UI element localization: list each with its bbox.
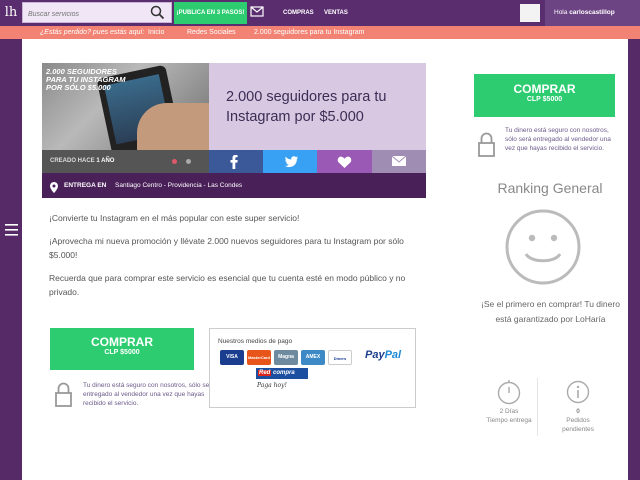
search-input[interactable] bbox=[23, 5, 141, 24]
breadcrumb-lost: ¿Estás perdido? pues estás aquí: bbox=[40, 29, 145, 36]
facebook-icon bbox=[230, 155, 238, 169]
payment-title: Nuestros medios de pago bbox=[218, 338, 293, 345]
ranking-title: Ranking General bbox=[497, 180, 603, 196]
envelope-icon bbox=[391, 155, 407, 166]
user-menu[interactable]: Hola carloscastillop bbox=[545, 0, 640, 26]
facebook-share-button[interactable] bbox=[209, 150, 263, 173]
paga-hoy-logo: Paga hoy! bbox=[257, 382, 287, 389]
created-value: 1 AÑO bbox=[96, 158, 115, 164]
stat-pending-label: Pedidos pendientes bbox=[562, 417, 594, 433]
paypal-logo: PayPal bbox=[365, 349, 401, 361]
left-sidebar bbox=[0, 39, 22, 480]
buy-button-top[interactable]: COMPRAR CLP $5000 bbox=[474, 74, 615, 117]
nav-compras[interactable]: COMPRAS bbox=[283, 0, 314, 26]
description-p1: ¡Convierte tu Instagram en el más popula… bbox=[49, 213, 300, 223]
twitter-icon bbox=[285, 156, 298, 168]
breadcrumb-redes[interactable]: Redes Sociales bbox=[187, 26, 236, 39]
paypal-logo-b: Pal bbox=[384, 349, 402, 361]
favorite-button[interactable] bbox=[317, 150, 372, 173]
hero-promo-text: 2.000 SEGUIDORES PARA TU INSTAGRAM POR S… bbox=[46, 67, 126, 92]
right-edge-bar bbox=[628, 39, 640, 480]
buy-label: COMPRAR bbox=[91, 335, 153, 349]
delivery-value: Santiago Centro - Providencia - Las Cond… bbox=[115, 182, 243, 189]
hero-title-box: 2.000 seguidores para tu Instagram por $… bbox=[209, 63, 426, 150]
created-label: CREADO HACE bbox=[50, 158, 95, 164]
paypal-logo-a: Pay bbox=[365, 349, 385, 361]
stat-delivery-label: Tiempo entrega bbox=[486, 417, 532, 424]
delivery-bar: ENTREGA EN Santiago Centro - Providencia… bbox=[42, 173, 426, 198]
hero-strip: CREADO HACE 1 AÑO bbox=[42, 150, 426, 173]
mastercard-icon: MasterCard bbox=[247, 350, 271, 365]
email-share-button[interactable] bbox=[372, 150, 426, 173]
stat-pending-orders: 0 Pedidos pendientes bbox=[553, 407, 603, 434]
service-hero: 2.000 SEGUIDORES PARA TU INSTAGRAM POR S… bbox=[42, 63, 426, 198]
hero-image: 2.000 SEGUIDORES PARA TU INSTAGRAM POR S… bbox=[42, 63, 209, 150]
amex-card-icon: AMEX bbox=[301, 350, 325, 365]
buy-label-top: COMPRAR bbox=[513, 82, 576, 96]
buy-price: CLP $5000 bbox=[104, 349, 140, 356]
redcompra-logo-b: compra bbox=[273, 370, 295, 376]
greeting: Hola bbox=[554, 9, 568, 16]
breadcrumb-inicio[interactable]: Inicio bbox=[148, 26, 164, 39]
heart-icon bbox=[337, 156, 352, 168]
secure-text-top: Tu dinero está seguro con nosotros, sólo… bbox=[505, 127, 611, 152]
stat-delivery-value: 2 Días bbox=[499, 408, 519, 415]
description-p3: Recuerda que para comprar este servicio … bbox=[49, 273, 406, 297]
location-pin-icon bbox=[50, 179, 58, 204]
buy-price-top: CLP $5000 bbox=[526, 96, 563, 103]
delivery-label: ENTREGA EN bbox=[64, 182, 107, 189]
stat-pending-value: 0 bbox=[576, 408, 580, 415]
magna-card-icon: Magna bbox=[274, 350, 298, 365]
page-title: 2.000 seguidores para tu Instagram por $… bbox=[226, 89, 387, 125]
slider-dot-active[interactable] bbox=[172, 159, 177, 164]
menu-icon[interactable] bbox=[5, 223, 18, 241]
smiley-face-icon bbox=[504, 208, 582, 291]
search-icon[interactable] bbox=[150, 5, 165, 25]
created-info: CREADO HACE 1 AÑO bbox=[42, 150, 209, 173]
notification-box[interactable] bbox=[520, 4, 540, 22]
slider-dot[interactable] bbox=[186, 159, 191, 164]
lock-icon bbox=[55, 381, 72, 413]
stat-delivery-time: 2 Días Tiempo entrega bbox=[484, 407, 534, 425]
lock-icon-top bbox=[478, 131, 495, 163]
username: carloscastillop bbox=[569, 9, 615, 16]
mail-icon[interactable] bbox=[250, 5, 264, 23]
secure-text-bottom: Tu dinero está seguro con nosotros, sólo… bbox=[83, 382, 215, 407]
hand-graphic bbox=[137, 103, 209, 150]
payment-methods: Nuestros medios de pago VISA MasterCard … bbox=[209, 328, 416, 408]
search-box bbox=[22, 2, 172, 25]
description-p2: ¡Aprovecha mi nueva promoción y llévate … bbox=[49, 236, 404, 260]
breadcrumb-current: 2.000 seguidores para tu Instagram bbox=[254, 29, 365, 36]
redcompra-logo: Red compra bbox=[256, 368, 308, 379]
top-navbar: lh ¡PUBLICA EN 3 PASOS! COMPRAS VENTAS H… bbox=[0, 0, 640, 26]
visa-card-icon: VISA bbox=[220, 350, 244, 365]
diners-card-icon: Diners bbox=[328, 350, 352, 365]
stats-divider bbox=[537, 378, 538, 436]
clock-icon bbox=[497, 379, 521, 410]
logo[interactable]: lh bbox=[0, 0, 22, 26]
info-icon bbox=[566, 379, 590, 410]
breadcrumb: ¿Estás perdido? pues estás aquí: Inicio … bbox=[0, 26, 640, 39]
first-buyer-text: ¡Se el primero en comprar! Tu dinero est… bbox=[481, 299, 620, 324]
nav-ventas[interactable]: VENTAS bbox=[324, 0, 348, 26]
redcompra-logo-a: Red bbox=[258, 370, 272, 376]
twitter-share-button[interactable] bbox=[263, 150, 317, 173]
buy-button-bottom[interactable]: COMPRAR CLP $5000 bbox=[50, 328, 194, 370]
publish-button[interactable]: ¡PUBLICA EN 3 PASOS! bbox=[174, 2, 247, 24]
